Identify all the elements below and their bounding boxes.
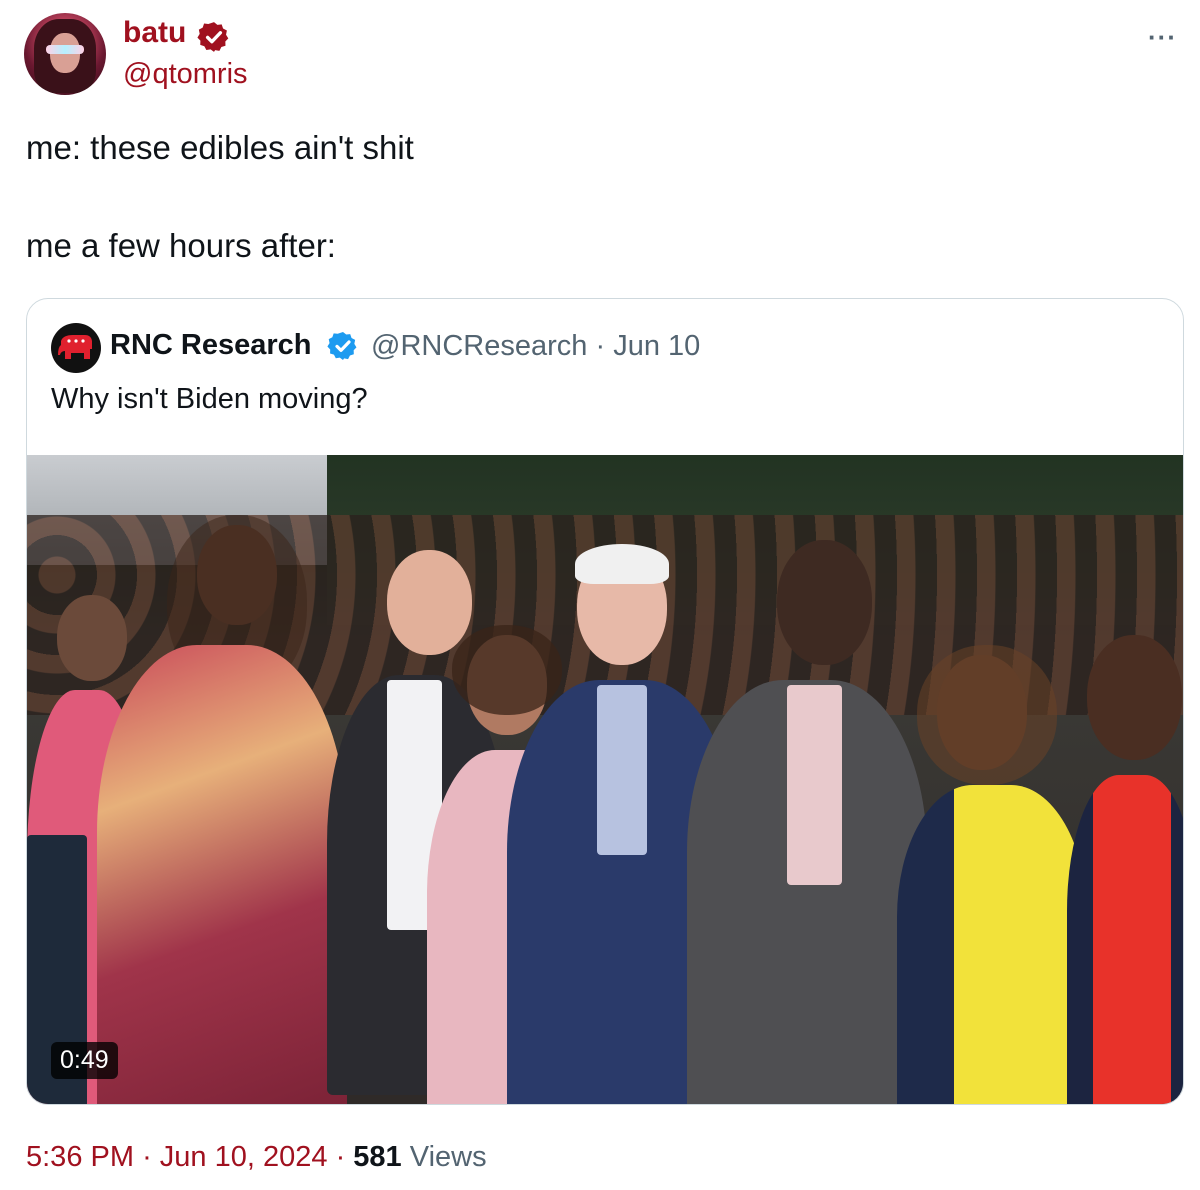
quoted-date[interactable]: Jun 10 (613, 330, 700, 362)
verified-badge-icon (327, 332, 357, 360)
tweet-footer: 5:36 PM · Jun 10, 2024 · 581 Views (26, 1141, 487, 1174)
tweet: batu @qtomris ··· me: these edibles ain'… (0, 0, 1200, 1190)
video-duration-badge: 0:49 (51, 1042, 118, 1079)
author-name[interactable]: batu (123, 16, 186, 50)
views-label: Views (409, 1141, 487, 1173)
more-options-icon[interactable]: ··· (1148, 22, 1177, 53)
video-player[interactable]: 0:49 (27, 455, 1183, 1104)
elephant-logo-icon (58, 335, 92, 359)
avatar[interactable] (24, 13, 106, 95)
tweet-text-line: me: these edibles ain't shit (26, 129, 414, 166)
separator-dot: · (595, 330, 606, 362)
quoted-author-name[interactable]: RNC Research (110, 329, 311, 362)
quoted-tweet[interactable]: RNC Research @RNCResearch · Jun 10 Why i… (26, 298, 1184, 1105)
quoted-meta: @RNCResearch · Jun 10 (371, 330, 700, 363)
separator-dot: · (142, 1141, 152, 1173)
author-handle[interactable]: @qtomris (123, 58, 248, 91)
quoted-author-handle[interactable]: @RNCResearch (371, 330, 587, 362)
views-count: 581 (353, 1141, 402, 1173)
quoted-tweet-text: Why isn't Biden moving? (51, 383, 368, 415)
post-time[interactable]: 5:36 PM (26, 1141, 134, 1173)
post-date[interactable]: Jun 10, 2024 (160, 1141, 328, 1173)
separator-dot: · (335, 1141, 346, 1173)
verified-badge-icon (197, 22, 229, 52)
tweet-text-line: me a few hours after: (26, 227, 336, 264)
quoted-avatar[interactable] (51, 323, 101, 373)
